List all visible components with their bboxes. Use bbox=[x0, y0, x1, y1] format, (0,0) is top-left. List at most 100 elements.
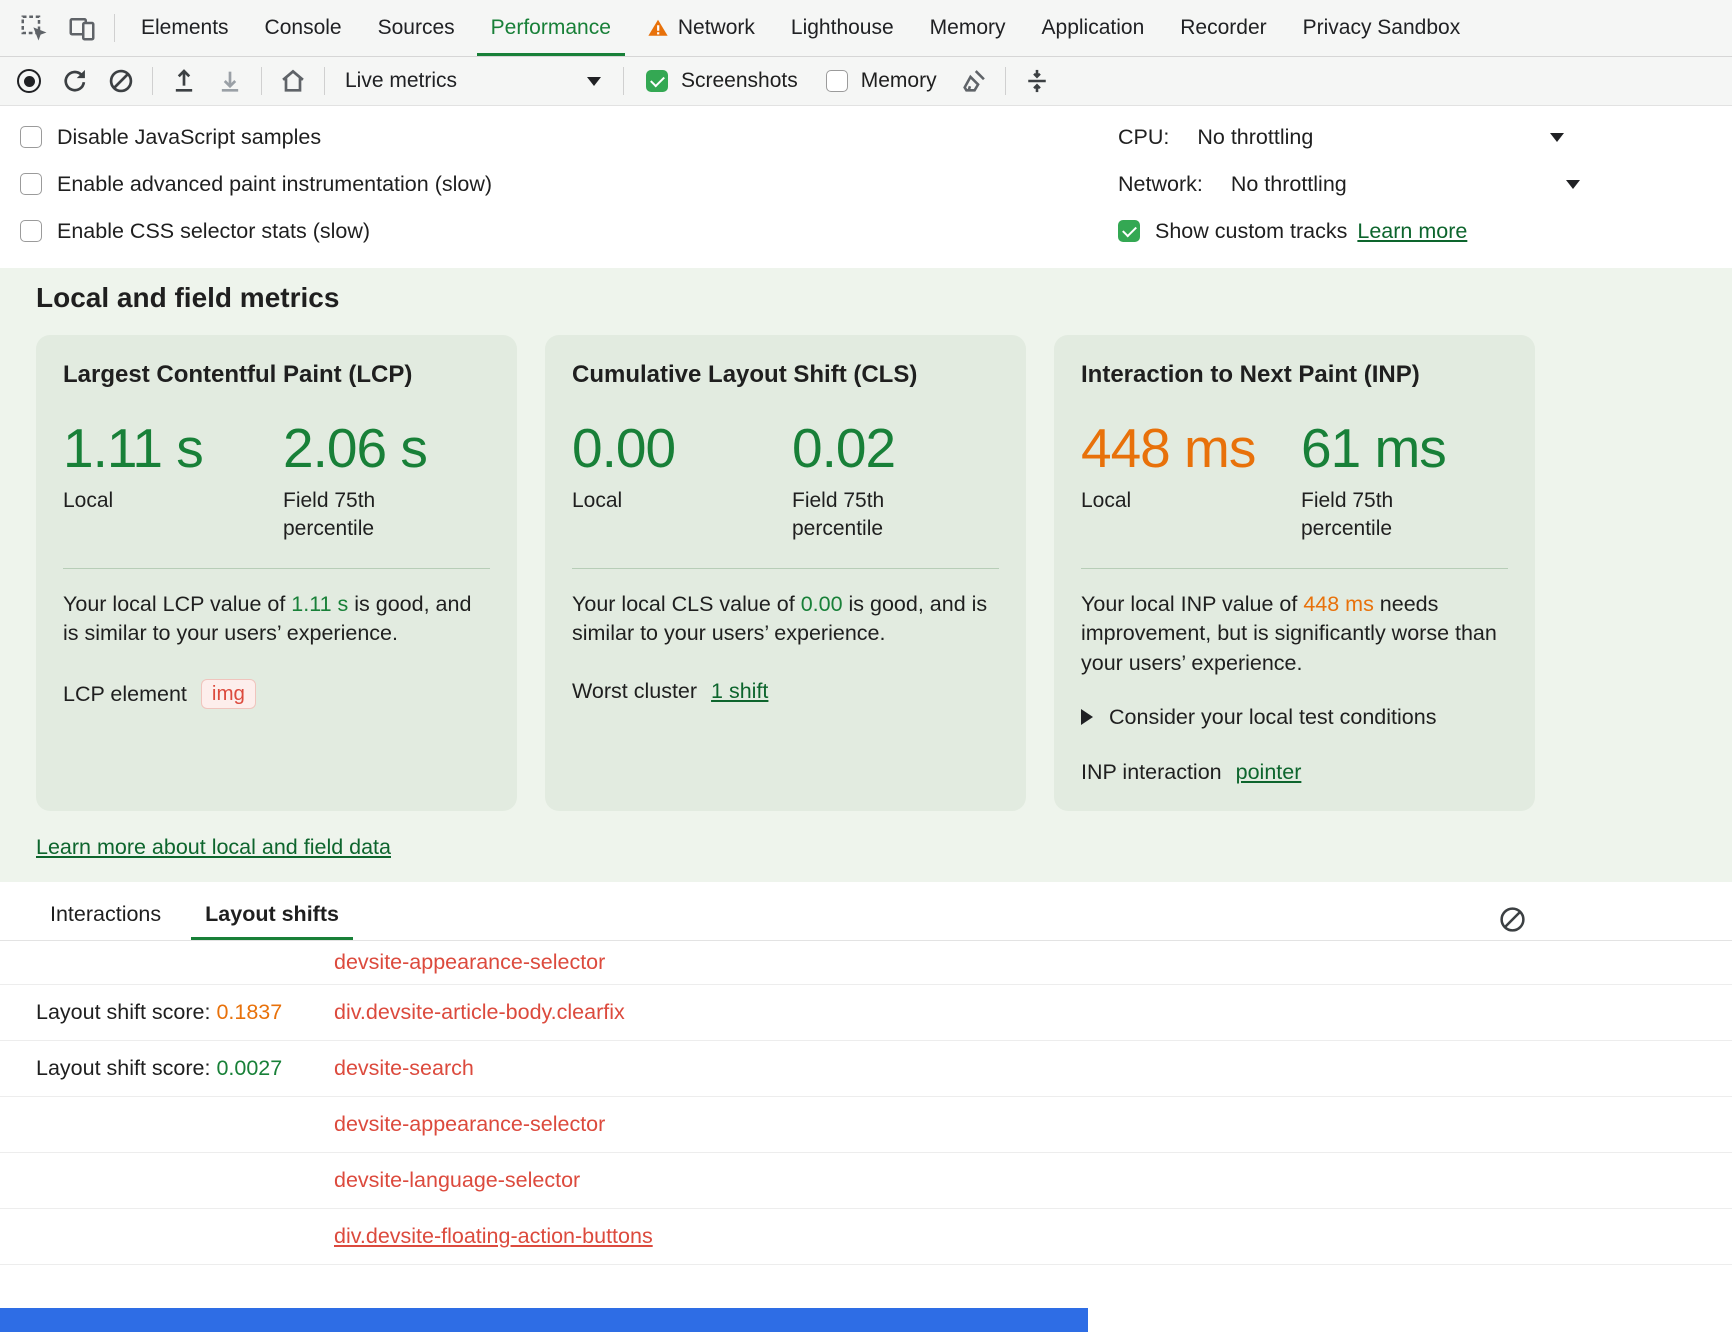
screenshots-checkbox[interactable] bbox=[646, 70, 668, 92]
divider bbox=[63, 568, 490, 569]
tab-privacy-sandbox[interactable]: Privacy Sandbox bbox=[1285, 0, 1479, 56]
metrics-heading: Local and field metrics bbox=[36, 282, 1696, 314]
lcp-element-node-link[interactable]: img bbox=[201, 679, 256, 709]
css-selector-stats-checkbox[interactable] bbox=[20, 220, 42, 242]
record-button[interactable] bbox=[8, 62, 50, 100]
inp-description: Your local INP value of 448 ms needs imp… bbox=[1081, 590, 1508, 679]
inp-local-column: 448 ms Local bbox=[1081, 416, 1301, 544]
disclosure-label: Consider your local test conditions bbox=[1109, 705, 1436, 730]
tab-lighthouse[interactable]: Lighthouse bbox=[773, 0, 912, 56]
lcp-element-label: LCP element bbox=[63, 682, 187, 707]
tab-label: Privacy Sandbox bbox=[1303, 16, 1461, 40]
devtools-tabbar: Elements Console Sources Performance Net… bbox=[0, 0, 1732, 57]
tab-elements[interactable]: Elements bbox=[123, 0, 247, 56]
tab-memory[interactable]: Memory bbox=[912, 0, 1024, 56]
divider bbox=[1081, 568, 1508, 569]
capture-settings: Disable JavaScript samples Enable advanc… bbox=[0, 106, 1732, 268]
inp-card-title: Interaction to Next Paint (INP) bbox=[1081, 361, 1508, 389]
tab-label: Recorder bbox=[1180, 16, 1266, 40]
shift-node-link[interactable]: div.devsite-article-body.clearfix bbox=[334, 1000, 625, 1025]
history-select-value: Live metrics bbox=[345, 69, 457, 93]
home-live-metrics-icon[interactable] bbox=[272, 62, 314, 100]
show-custom-tracks-setting: Show custom tracks Learn more bbox=[1118, 211, 1564, 251]
layout-shift-row: div.devsite-floating-action-buttons bbox=[0, 1209, 1732, 1265]
disable-js-samples-checkbox[interactable] bbox=[20, 126, 42, 148]
shift-node-link[interactable]: div.devsite-floating-action-buttons bbox=[334, 1224, 653, 1249]
screenshots-label: Screenshots bbox=[681, 69, 798, 93]
memory-checkbox[interactable] bbox=[826, 70, 848, 92]
inp-field-column: 61 ms Field 75th percentile bbox=[1301, 416, 1446, 544]
memory-checkbox-row[interactable]: Memory bbox=[814, 69, 949, 93]
memory-label: Memory bbox=[861, 69, 937, 93]
collapse-tracks-icon[interactable] bbox=[1016, 62, 1058, 100]
local-field-learn-more-link[interactable]: Learn more about local and field data bbox=[36, 835, 391, 859]
download-profile-icon[interactable] bbox=[209, 62, 251, 100]
layout-shift-row: devsite-appearance-selector bbox=[0, 941, 1732, 985]
advanced-paint-checkbox[interactable] bbox=[20, 173, 42, 195]
custom-tracks-learn-more-link[interactable]: Learn more bbox=[1357, 219, 1467, 244]
divider bbox=[572, 568, 999, 569]
log-tab-layout-shifts[interactable]: Layout shifts bbox=[205, 902, 339, 940]
setting-label: Disable JavaScript samples bbox=[57, 125, 321, 150]
tab-console[interactable]: Console bbox=[247, 0, 360, 56]
history-select[interactable]: Live metrics bbox=[335, 62, 613, 100]
live-metrics-panel: Local and field metrics Largest Contentf… bbox=[0, 268, 1732, 882]
lcp-card: Largest Contentful Paint (LCP) 1.11 s Lo… bbox=[36, 335, 517, 811]
show-custom-tracks-checkbox[interactable] bbox=[1118, 220, 1140, 242]
screenshots-checkbox-row[interactable]: Screenshots bbox=[634, 69, 810, 93]
worst-cluster-label: Worst cluster bbox=[572, 679, 697, 704]
divider bbox=[114, 14, 115, 42]
tab-label: Application bbox=[1042, 16, 1145, 40]
inp-interaction-label: INP interaction bbox=[1081, 760, 1222, 785]
live-metrics-log: Interactions Layout shifts devsite-appea… bbox=[0, 882, 1732, 1265]
cpu-throttling-select[interactable]: CPU: No throttling bbox=[1118, 117, 1564, 157]
network-throttling-value: No throttling bbox=[1231, 172, 1347, 197]
clear-log-icon[interactable] bbox=[1498, 905, 1527, 934]
tab-performance[interactable]: Performance bbox=[473, 0, 629, 56]
shift-node-link[interactable]: devsite-search bbox=[334, 1056, 474, 1081]
clear-button[interactable] bbox=[100, 62, 142, 100]
cls-description: Your local CLS value of 0.00 is good, an… bbox=[572, 590, 999, 649]
inp-interaction-row: INP interaction pointer bbox=[1081, 760, 1508, 785]
shift-score: 0.0027 bbox=[216, 1056, 282, 1080]
css-selector-stats-setting[interactable]: Enable CSS selector stats (slow) bbox=[20, 211, 492, 251]
layout-shift-row: Layout shift score: 0.0027 devsite-searc… bbox=[0, 1041, 1732, 1097]
device-toolbar-icon[interactable] bbox=[58, 0, 106, 56]
setting-label: Enable advanced paint instrumentation (s… bbox=[57, 172, 492, 197]
cpu-throttling-value: No throttling bbox=[1197, 125, 1313, 150]
cls-field-label: Field 75th percentile bbox=[792, 487, 922, 544]
chevron-right-icon bbox=[1081, 709, 1093, 725]
shift-node-link[interactable]: devsite-appearance-selector bbox=[334, 1112, 605, 1137]
divider bbox=[261, 67, 262, 95]
upload-profile-icon[interactable] bbox=[163, 62, 205, 100]
disable-js-samples-setting[interactable]: Disable JavaScript samples bbox=[20, 117, 492, 157]
lcp-field-column: 2.06 s Field 75th percentile bbox=[283, 416, 427, 544]
reload-and-record-button[interactable] bbox=[54, 62, 96, 100]
tab-application[interactable]: Application bbox=[1024, 0, 1163, 56]
gc-brush-icon[interactable] bbox=[953, 62, 995, 100]
tab-label: Memory bbox=[930, 16, 1006, 40]
inp-field-value: 61 ms bbox=[1301, 416, 1446, 480]
cls-local-column: 0.00 Local bbox=[572, 416, 792, 544]
shift-node-link[interactable]: devsite-language-selector bbox=[334, 1168, 580, 1193]
tab-recorder[interactable]: Recorder bbox=[1162, 0, 1284, 56]
shift-node-link[interactable]: devsite-appearance-selector bbox=[334, 950, 605, 975]
cls-field-column: 0.02 Field 75th percentile bbox=[792, 416, 922, 544]
inspect-element-icon[interactable] bbox=[10, 0, 58, 56]
selected-row-highlight[interactable] bbox=[0, 1308, 1088, 1332]
inp-interaction-link[interactable]: pointer bbox=[1236, 760, 1302, 785]
advanced-paint-setting[interactable]: Enable advanced paint instrumentation (s… bbox=[20, 164, 492, 204]
worst-cluster-link[interactable]: 1 shift bbox=[711, 679, 768, 704]
log-tab-interactions[interactable]: Interactions bbox=[50, 902, 161, 940]
tab-sources[interactable]: Sources bbox=[360, 0, 473, 56]
cpu-label: CPU: bbox=[1118, 125, 1169, 150]
network-throttling-select[interactable]: Network: No throttling bbox=[1118, 164, 1564, 204]
inp-test-conditions-disclosure[interactable]: Consider your local test conditions bbox=[1081, 705, 1508, 730]
chevron-down-icon bbox=[1550, 133, 1564, 142]
cls-worst-cluster-row: Worst cluster 1 shift bbox=[572, 679, 999, 704]
tab-network[interactable]: Network bbox=[629, 0, 773, 56]
inp-values: 448 ms Local 61 ms Field 75th percentile bbox=[1081, 416, 1508, 544]
capture-settings-left: Disable JavaScript samples Enable advanc… bbox=[20, 117, 492, 258]
tab-label: Network bbox=[678, 16, 755, 40]
score-cell: Layout shift score: 0.1837 bbox=[36, 1000, 334, 1025]
